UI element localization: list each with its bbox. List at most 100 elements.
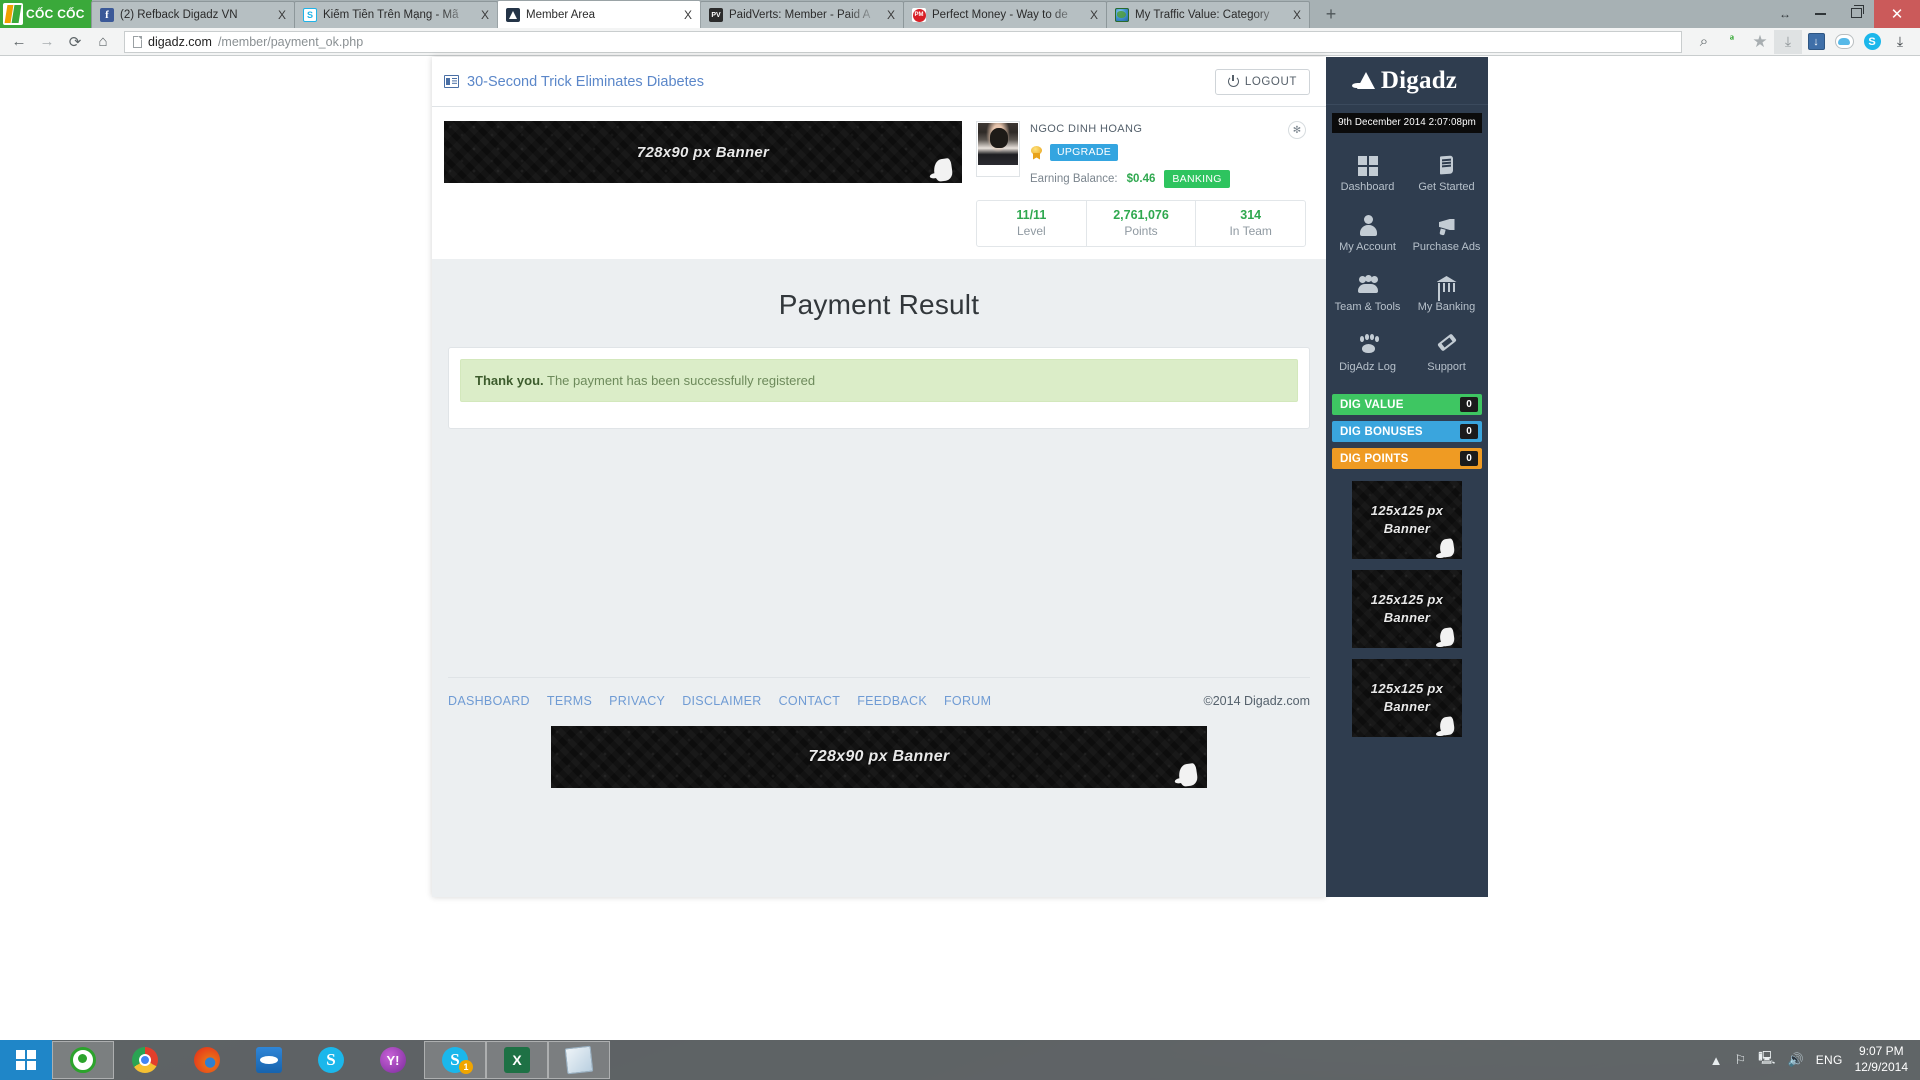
sidebar-brand[interactable]: Digadz bbox=[1326, 57, 1488, 105]
taskbar-item-skype[interactable]: S bbox=[300, 1041, 362, 1079]
tab-close-icon[interactable]: X bbox=[682, 8, 694, 22]
page-title: Payment Result bbox=[778, 289, 980, 320]
sidebar-item-dashboard[interactable]: Dashboard bbox=[1328, 147, 1407, 200]
taskbar-item-firefox[interactable] bbox=[176, 1041, 238, 1079]
window-minimize-button[interactable] bbox=[1802, 0, 1838, 28]
banking-button[interactable]: BANKING bbox=[1164, 170, 1230, 188]
taskbar-item-notepad[interactable] bbox=[548, 1041, 610, 1079]
sidebar-item-label: Team & Tools bbox=[1334, 301, 1401, 313]
taskbar-item-yahoo[interactable]: Y! bbox=[362, 1041, 424, 1079]
home-button[interactable]: ⌂ bbox=[90, 30, 116, 54]
result-panel: Thank you. The payment has been successf… bbox=[448, 347, 1310, 429]
skype-circle-icon: S bbox=[303, 8, 317, 22]
sidebar-banner-ad[interactable]: 125x125 px Banner bbox=[1352, 659, 1462, 737]
header-ad-label: 30-Second Trick Eliminates Diabetes bbox=[467, 73, 704, 90]
footer-link-feedback[interactable]: FEEDBACK bbox=[857, 694, 927, 708]
window-maximize-button[interactable] bbox=[1838, 0, 1874, 28]
cococ-browser-icon bbox=[70, 1047, 96, 1073]
tab-close-icon[interactable]: X bbox=[479, 8, 491, 22]
start-button[interactable] bbox=[0, 1040, 52, 1080]
sidebar-clock: 9th December 2014 2:07:08pm bbox=[1332, 113, 1482, 133]
tab-close-icon[interactable]: X bbox=[1088, 8, 1100, 22]
tab-close-icon[interactable]: X bbox=[276, 8, 288, 22]
footer-link-terms[interactable]: TERMS bbox=[547, 694, 592, 708]
save-page-icon[interactable]: ⤓ bbox=[1774, 29, 1802, 54]
footer-banner-ad[interactable]: 728x90 px Banner bbox=[551, 726, 1207, 788]
gear-icon[interactable]: ✻ bbox=[1288, 121, 1306, 139]
sidebar-item-digadz-log[interactable]: DigAdz Log bbox=[1328, 327, 1407, 380]
clock[interactable]: 9:07 PM 12/9/2014 bbox=[1855, 1044, 1908, 1075]
window-close-button[interactable]: ✕ bbox=[1874, 0, 1920, 28]
upgrade-button[interactable]: UPGRADE bbox=[1050, 144, 1119, 161]
cococ-brand-label: CỐC CỐC bbox=[26, 7, 85, 21]
digadz-rabbit-icon bbox=[1438, 538, 1456, 558]
network-flag-icon[interactable]: ⚐ bbox=[1735, 1052, 1747, 1068]
search-icon[interactable]: ⌕ bbox=[1690, 30, 1718, 54]
stat-label: Level bbox=[1016, 224, 1046, 238]
footer-link-contact[interactable]: CONTACT bbox=[779, 694, 841, 708]
window-restore-button[interactable]: ↔ bbox=[1766, 0, 1802, 28]
skype-unread-badge: 1 bbox=[459, 1060, 473, 1074]
sidebar-item-label: Support bbox=[1427, 361, 1466, 373]
taskbar-item-skype-window[interactable]: S 1 bbox=[424, 1041, 486, 1079]
browser-tab[interactable]: Perfect Money - Way to de X bbox=[903, 1, 1107, 28]
forward-button[interactable]: → bbox=[34, 30, 60, 54]
dig-points-bar[interactable]: DIG POINTS 0 bbox=[1332, 448, 1482, 469]
sidebar-item-purchase-ads[interactable]: Purchase Ads bbox=[1407, 207, 1486, 260]
cococ-browser-logo[interactable]: CỐC CỐC bbox=[0, 0, 92, 28]
taskbar-item-teamviewer[interactable] bbox=[238, 1041, 300, 1079]
profile-top: NGOC DINH HOANG UPGRADE Earning Balance:… bbox=[976, 121, 1306, 188]
avatar[interactable] bbox=[976, 121, 1020, 177]
cloud-icon[interactable] bbox=[1830, 30, 1858, 54]
url-path: /member/payment_ok.php bbox=[217, 34, 364, 49]
page-footer: DASHBOARD TERMS PRIVACY DISCLAIMER CONTA… bbox=[432, 649, 1326, 816]
bookmark-star-icon[interactable]: ★ bbox=[1746, 30, 1774, 54]
browser-tab[interactable]: f (2) Refback Digadz VN X bbox=[91, 1, 295, 28]
footer-link-forum[interactable]: FORUM bbox=[944, 694, 991, 708]
digadz-rabbit-icon bbox=[1438, 716, 1456, 736]
url-input[interactable]: digadz.com /member/payment_ok.php bbox=[124, 30, 1682, 53]
digadz-icon bbox=[506, 7, 520, 22]
url-host: digadz.com bbox=[148, 34, 212, 49]
dig-value-bar[interactable]: DIG VALUE 0 bbox=[1332, 394, 1482, 415]
footer-link-disclaimer[interactable]: DISCLAIMER bbox=[682, 694, 761, 708]
taskbar-item-chrome[interactable] bbox=[114, 1041, 176, 1079]
sidebar-item-get-started[interactable]: Get Started bbox=[1407, 147, 1486, 200]
browser-tab[interactable]: S Kiếm Tiền Trên Mạng - Mã X bbox=[294, 1, 498, 28]
tab-close-icon[interactable]: X bbox=[885, 8, 897, 22]
footer-link-privacy[interactable]: PRIVACY bbox=[609, 694, 665, 708]
sidebar-banner-ad[interactable]: 125x125 px Banner bbox=[1352, 570, 1462, 648]
sidebar-banner-ad[interactable]: 125x125 px Banner bbox=[1352, 481, 1462, 559]
sidebar-item-my-banking[interactable]: My Banking bbox=[1407, 267, 1486, 320]
show-hidden-icons-button[interactable]: ▲ bbox=[1710, 1053, 1723, 1068]
dig-bonuses-bar[interactable]: DIG BONUSES 0 bbox=[1332, 421, 1482, 442]
back-button[interactable]: ← bbox=[6, 30, 32, 54]
tab-close-icon[interactable]: X bbox=[1291, 8, 1303, 22]
browser-tab[interactable]: PV PaidVerts: Member - Paid A X bbox=[700, 1, 904, 28]
stat-label: In Team bbox=[1229, 224, 1272, 238]
sidebar: Digadz 9th December 2014 2:07:08pm Dashb… bbox=[1326, 57, 1488, 897]
sidebar-item-team-tools[interactable]: Team & Tools bbox=[1328, 267, 1407, 320]
volume-icon[interactable]: 🔊 bbox=[1788, 1052, 1804, 1068]
new-tab-button[interactable]: + bbox=[1314, 1, 1348, 28]
sidebar-item-my-account[interactable]: My Account bbox=[1328, 207, 1407, 260]
sidebar-item-support[interactable]: Support bbox=[1407, 327, 1486, 380]
windows-start-icon bbox=[16, 1050, 36, 1070]
taskbar-item-excel[interactable]: X bbox=[486, 1041, 548, 1079]
skype-icon[interactable]: S bbox=[1858, 30, 1886, 54]
language-indicator[interactable]: ENG bbox=[1816, 1053, 1843, 1067]
upgrade-row: UPGRADE bbox=[1030, 144, 1278, 161]
monitor-icon[interactable]: 🖳 bbox=[1758, 1049, 1775, 1071]
book-icon bbox=[1436, 154, 1458, 176]
logout-button[interactable]: LOGOUT bbox=[1214, 68, 1310, 95]
reload-button[interactable]: ⟳ bbox=[62, 30, 88, 54]
taskbar-item-cococ[interactable] bbox=[52, 1041, 114, 1079]
browser-tab-active[interactable]: Member Area X bbox=[497, 0, 701, 28]
header-ad-link[interactable]: 30-Second Trick Eliminates Diabetes bbox=[444, 74, 704, 90]
footer-link-dashboard[interactable]: DASHBOARD bbox=[448, 694, 530, 708]
top-banner-ad[interactable]: 728x90 px Banner bbox=[444, 121, 962, 183]
download-icon[interactable]: ↓ bbox=[1802, 30, 1830, 54]
browser-tab[interactable]: My Traffic Value: Category X bbox=[1106, 1, 1310, 28]
downloads-arrow-icon[interactable]: ⤓ bbox=[1886, 30, 1914, 54]
adblock-icon[interactable]: ª bbox=[1718, 30, 1746, 54]
